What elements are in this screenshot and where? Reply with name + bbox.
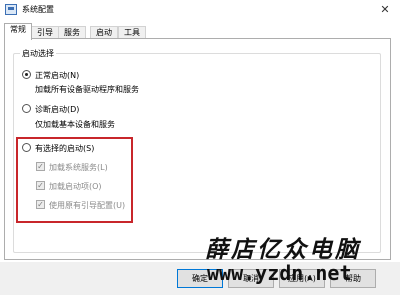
load-startup-items-label: 加载启动项(O) — [49, 182, 102, 191]
system-config-icon — [5, 4, 17, 15]
title-bar: 系统配置 ✕ — [0, 0, 400, 20]
checkmark-icon: ✓ — [36, 200, 45, 209]
checkmark-icon: ✓ — [36, 162, 45, 171]
load-system-services-label: 加载系统服务(L) — [49, 163, 108, 172]
close-icon[interactable]: ✕ — [377, 3, 393, 17]
diagnostic-startup-description: 仅加载基本设备和服务 — [35, 120, 115, 129]
normal-startup-label: 正常启动(N) — [35, 71, 80, 80]
radio-empty-icon — [22, 104, 31, 113]
window-title: 系统配置 — [22, 5, 54, 14]
tab-strip: 常规 引导 服务 启动 工具 — [0, 23, 400, 40]
normal-startup-description: 加载所有设备驱动程序和服务 — [35, 85, 139, 94]
diagnostic-startup-label: 诊断启动(D) — [35, 105, 80, 114]
radio-empty-icon — [22, 143, 31, 152]
watermark-url: www.yzdn.net — [207, 261, 352, 285]
checkmark-icon: ✓ — [36, 181, 45, 190]
selective-startup-label: 有选择的启动(S) — [35, 144, 95, 153]
general-tab-panel: 启动选择 正常启动(N) 加载所有设备驱动程序和服务 诊断启动(D) 仅加载基本… — [4, 38, 391, 260]
group-label: 启动选择 — [20, 48, 56, 59]
tab-general[interactable]: 常规 — [4, 23, 32, 40]
radio-selected-icon — [22, 70, 31, 79]
use-original-boot-config-label: 使用原有引导配置(U) — [49, 201, 126, 210]
watermark-text: 薛店亿众电脑 — [205, 236, 361, 263]
startup-selection-group: 启动选择 正常启动(N) 加载所有设备驱动程序和服务 诊断启动(D) 仅加载基本… — [13, 48, 381, 253]
